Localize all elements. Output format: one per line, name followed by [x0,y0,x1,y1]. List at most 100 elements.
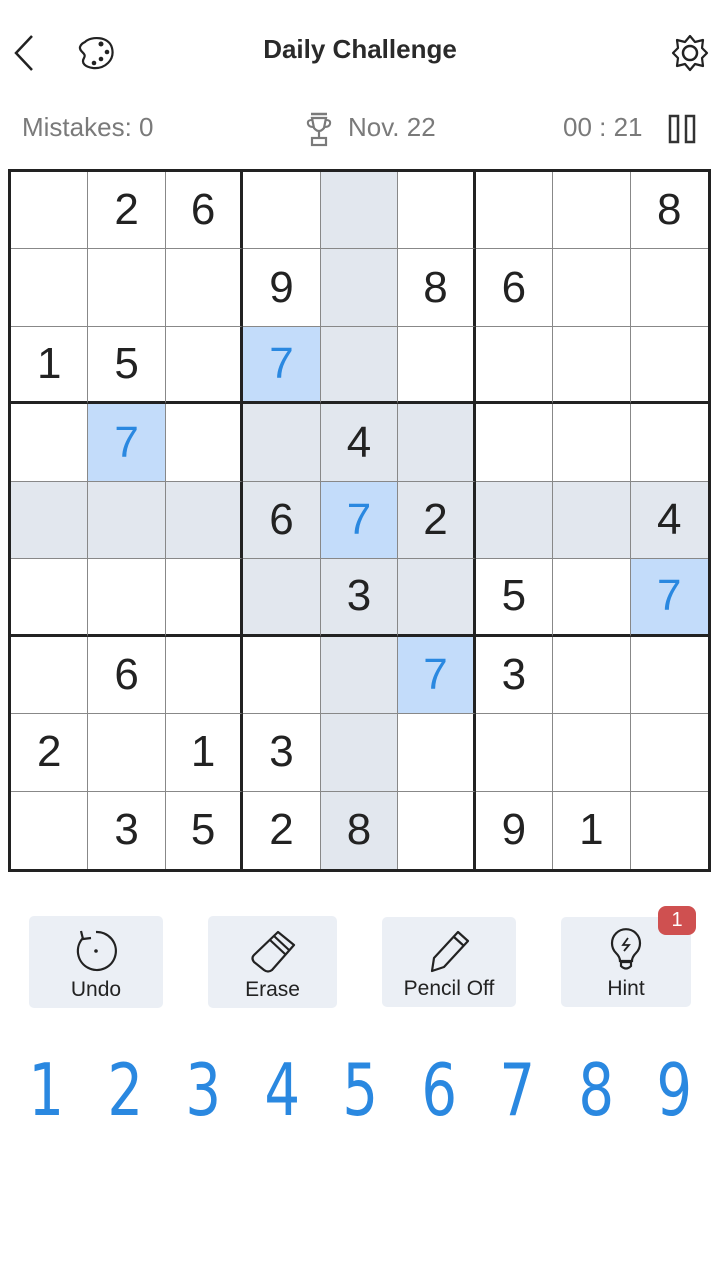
grid-cell[interactable] [165,559,244,637]
numpad-key-3[interactable]: 3 [173,1048,234,1132]
grid-cell[interactable] [398,714,476,792]
grid-cell[interactable]: 2 [398,481,476,560]
grid-cell[interactable] [88,481,166,560]
grid-cell[interactable]: 4 [320,404,399,482]
grid-cell[interactable]: 8 [630,172,708,250]
grid-cell[interactable] [630,637,708,715]
grid-cell[interactable] [553,404,631,482]
grid-cell[interactable]: 7 [243,326,321,405]
grid-cell[interactable] [630,249,708,327]
numpad-key-7[interactable]: 7 [487,1048,548,1132]
numpad-key-1[interactable]: 1 [16,1048,77,1132]
numpad-key-8[interactable]: 8 [565,1048,626,1132]
grid-cell[interactable]: 6 [88,636,166,715]
grid-cell[interactable] [320,249,399,327]
grid-cell[interactable] [475,172,554,250]
erase-label: Erase [245,978,300,1001]
grid-cell[interactable] [553,172,631,250]
grid-cell[interactable] [11,791,89,869]
grid-cell[interactable] [553,636,631,715]
grid-cell[interactable] [11,481,89,560]
grid-cell[interactable]: 2 [243,791,321,869]
grid-cell[interactable] [11,404,89,482]
grid-cell[interactable]: 1 [11,326,89,405]
grid-cell[interactable]: 6 [165,172,244,250]
grid-cell[interactable]: 6 [243,481,321,560]
grid-cell[interactable] [475,404,554,482]
grid-cell[interactable]: 5 [88,326,166,405]
numpad-key-4[interactable]: 4 [251,1048,312,1132]
pause-icon [668,114,696,144]
grid-cell[interactable]: 3 [320,559,399,637]
grid-cell[interactable] [553,714,631,792]
numpad-key-5[interactable]: 5 [330,1048,391,1132]
grid-cell[interactable]: 2 [88,172,166,250]
grid-cell[interactable]: 5 [475,559,554,637]
grid-cell[interactable] [631,792,708,869]
grid-cell[interactable] [630,327,708,405]
grid-cell[interactable]: 7 [630,559,708,637]
grid-cell[interactable] [553,326,631,405]
grid-cell[interactable]: 1 [553,791,631,869]
grid-cell[interactable]: 2 [11,714,89,792]
grid-cell[interactable] [243,636,321,715]
grid-cell[interactable] [165,636,244,715]
grid-cell[interactable]: 5 [166,791,244,869]
grid-cell[interactable] [165,481,244,560]
grid-cell[interactable] [475,326,554,405]
grid-cell[interactable]: 7 [88,404,166,482]
grid-cell[interactable]: 9 [243,249,321,327]
grid-cell[interactable] [320,636,399,715]
grid-cell[interactable] [320,326,399,405]
grid-cell[interactable] [165,249,244,327]
grid-cell[interactable]: 3 [243,714,321,792]
grid-cell[interactable] [398,326,476,405]
grid-cell[interactable]: 4 [630,481,708,560]
grid-cell[interactable] [11,172,89,250]
erase-button[interactable]: Erase [208,916,337,1008]
grid-cell[interactable] [11,559,89,637]
grid-cell[interactable] [243,172,321,250]
grid-cell[interactable] [475,714,554,792]
numpad-key-6[interactable]: 6 [408,1048,469,1132]
grid-cell[interactable] [398,791,476,869]
grid-cell[interactable]: 7 [398,636,476,715]
grid-cell[interactable] [630,404,708,482]
grid-cell[interactable] [165,404,244,482]
numpad-key-2[interactable]: 2 [94,1048,155,1132]
grid-cell[interactable]: 3 [88,791,166,869]
grid-cell[interactable] [88,249,166,327]
grid-cell[interactable] [243,559,321,637]
grid-cell[interactable] [475,481,554,560]
grid-cell[interactable] [398,172,476,250]
hint-label: Hint [607,977,645,1000]
grid-cell[interactable] [243,404,321,482]
grid-cell[interactable] [88,559,166,637]
grid-cell[interactable] [398,404,476,482]
grid-cell[interactable] [165,326,244,405]
grid-cell[interactable]: 1 [165,714,244,792]
grid-cell[interactable] [553,559,631,637]
pause-button[interactable] [664,112,700,146]
grid-cell[interactable] [553,249,631,327]
grid-cell[interactable] [398,559,476,637]
grid-cell[interactable] [320,172,399,250]
grid-cell[interactable] [630,714,708,792]
grid-cell[interactable]: 6 [475,249,554,327]
grid-cell[interactable]: 3 [475,636,554,715]
grid-cell[interactable] [320,714,399,792]
undo-label: Undo [70,978,122,1001]
grid-cell[interactable] [88,714,166,792]
grid-cell[interactable] [11,636,89,715]
numpad-key-9[interactable]: 9 [644,1048,705,1132]
selected-cell[interactable]: 7 [320,481,399,560]
grid-cell[interactable]: 9 [476,791,554,869]
grid-cell[interactable] [553,481,631,560]
undo-button[interactable]: Undo [29,916,163,1008]
settings-button[interactable] [668,32,712,74]
grid-cell[interactable] [11,249,89,327]
mistakes-counter: Mistakes: 0 [22,112,154,142]
grid-cell[interactable]: 8 [320,791,399,869]
pencil-toggle-button[interactable]: Pencil Off [382,917,516,1007]
grid-cell[interactable]: 8 [398,249,476,327]
